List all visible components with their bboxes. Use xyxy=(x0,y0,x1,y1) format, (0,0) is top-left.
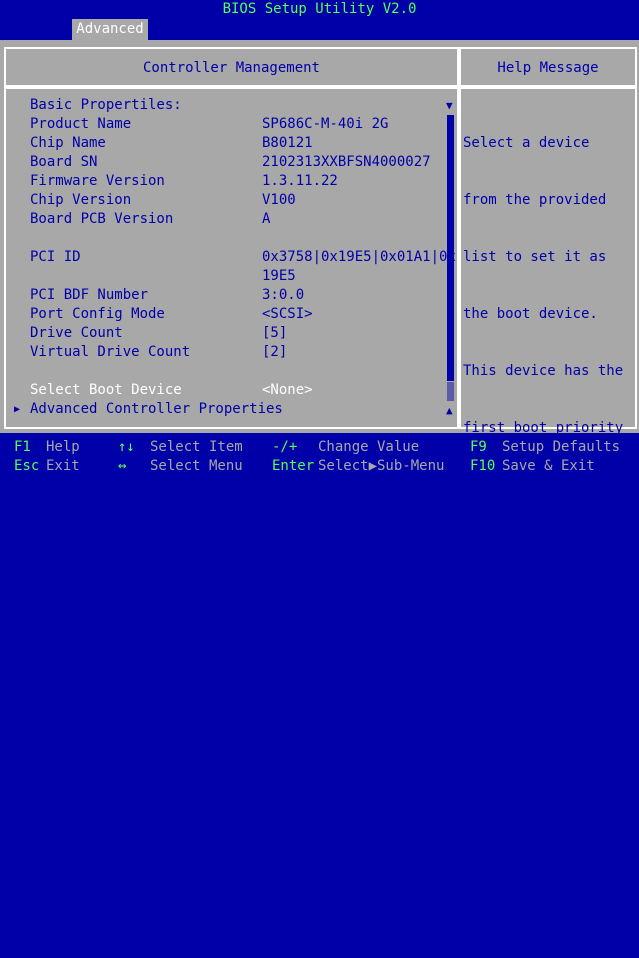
help-line: the boot device. xyxy=(463,306,598,322)
scrollbar-track[interactable] xyxy=(447,115,454,381)
help-line: 1.A faulty device xyxy=(463,591,607,607)
help-line: when you leave the xyxy=(463,876,615,892)
f1-key: F1 xyxy=(14,439,31,455)
leftright-desc: Select Menu xyxy=(150,458,243,474)
enter-key: Enter xyxy=(272,458,315,474)
help-line: page.) xyxy=(463,933,514,949)
board-pcb-version-label: Board PCB Version xyxy=(30,211,174,227)
pci-bdf-value: 3:0.0 xyxy=(262,287,305,303)
pci-id-value-line1: 0x3758|0x19E5|0x01A1|0x xyxy=(262,249,456,265)
help-line: will be auto-saved xyxy=(463,819,615,835)
submenu-arrow-icon: ▶ xyxy=(14,404,21,415)
pci-id-label: PCI ID xyxy=(30,249,81,265)
help-message-title: Help Message xyxy=(497,60,599,76)
virtual-drive-count-value: [2] xyxy=(262,344,288,360)
left-right-arrows-icon: ↔ xyxy=(118,458,127,474)
key-legend-footer: F1 Help Esc Exit ↑↓ Select Item ↔ Select… xyxy=(0,433,639,479)
board-sn-label: Board SN xyxy=(30,154,98,170)
esc-key: Esc xyxy=(14,458,40,474)
help-message-text: Select a device from the provided list t… xyxy=(463,96,635,958)
chip-name-label: Chip Name xyxy=(30,135,106,151)
chip-version-label: Chip Version xyxy=(30,192,132,208)
board-sn-value: 2102313XXBFSN4000027 xyxy=(262,154,431,170)
help-line: cannot be set as xyxy=(463,648,598,664)
chip-name-value: B80121 xyxy=(262,135,313,151)
up-down-arrows-icon: ↑↓ xyxy=(118,439,135,455)
virtual-drive-count-label: Virtual Drive Count xyxy=(30,344,191,360)
drive-count-value: [5] xyxy=(262,325,288,341)
select-boot-device-value[interactable]: <None> xyxy=(262,381,313,400)
f10-key: F10 xyxy=(470,458,496,474)
bios-title: BIOS Setup Utility V2.0 xyxy=(222,1,417,17)
firmware-version-value: 1.3.11.22 xyxy=(262,173,338,189)
plus-minus-key: -/+ xyxy=(272,439,298,455)
help-line: list to set it as xyxy=(463,249,607,265)
board-pcb-version-value: A xyxy=(262,211,271,227)
tab-advanced[interactable]: Advanced xyxy=(72,19,148,40)
product-name-label: Product Name xyxy=(30,116,132,132)
scroll-up-arrow-icon[interactable]: ▲ xyxy=(446,401,453,420)
f9-desc: Setup Defaults xyxy=(502,439,621,455)
scroll-down-arrow-icon[interactable]: ▼ xyxy=(446,96,453,115)
help-line: restarted. (Note: xyxy=(463,534,607,550)
f9-key: F9 xyxy=(470,439,487,455)
left-header-frame: Controller Management xyxy=(4,47,459,87)
updown-desc: Select Item xyxy=(150,439,243,455)
drive-count-label: Drive Count xyxy=(30,325,123,341)
scrollbar-thumb[interactable] xyxy=(447,382,454,401)
controller-management-title: Controller Management xyxy=(142,60,320,76)
help-line: 2.Your selection xyxy=(463,762,598,778)
advanced-controller-properties-link[interactable]: Advanced Controller Properties xyxy=(30,400,283,419)
right-header-frame: Help Message xyxy=(459,47,637,87)
port-config-value[interactable]: <SCSI> xyxy=(262,305,313,324)
help-line: the boot device. xyxy=(463,705,598,721)
esc-desc: Exit xyxy=(46,458,80,474)
plus-minus-desc: Change Value xyxy=(318,439,420,455)
select-boot-device-label[interactable]: Select Boot Device xyxy=(30,381,182,400)
help-line: from the provided xyxy=(463,192,607,208)
pci-id-value-line2: 19E5 xyxy=(262,268,296,284)
pci-bdf-label: PCI BDF Number xyxy=(30,287,149,303)
help-line: This device has the xyxy=(463,363,624,379)
chip-version-value: V100 xyxy=(262,192,296,208)
f1-desc: Help xyxy=(46,439,80,455)
basic-properties-label: Basic Propertiles: xyxy=(30,97,182,113)
f10-desc: Save & Exit xyxy=(502,458,595,474)
firmware-version-label: Firmware Version xyxy=(30,173,165,189)
product-name-value: SP686C-M-40i 2G xyxy=(262,116,389,132)
enter-desc: Select▶Sub-Menu xyxy=(318,458,445,474)
help-line: Select a device xyxy=(463,135,590,151)
port-config-label: Port Config Mode xyxy=(30,306,165,322)
